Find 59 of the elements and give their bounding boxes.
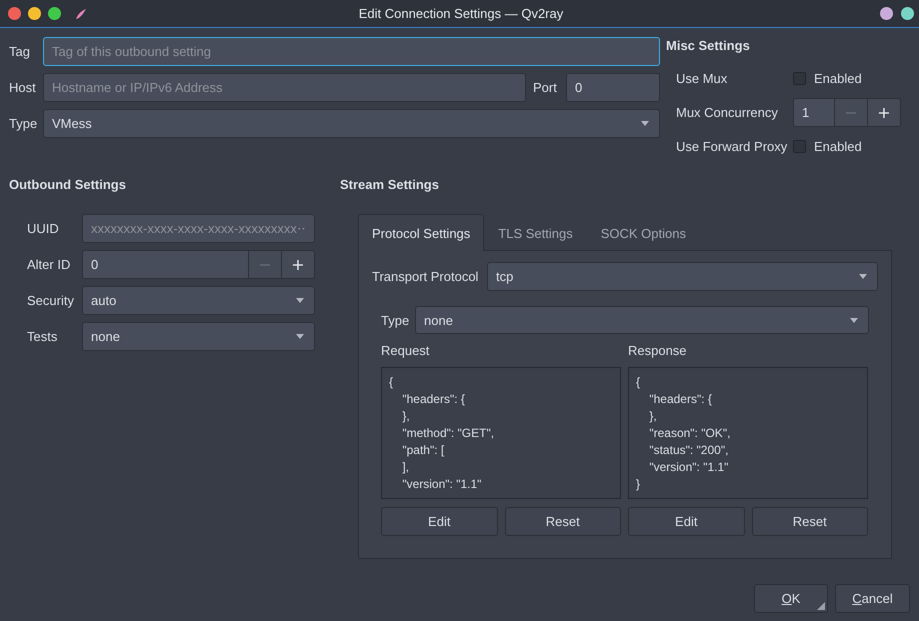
window-control-button[interactable]: [880, 7, 893, 20]
tab[interactable]: SOCK Options: [586, 214, 700, 251]
dropdown[interactable]: VMess: [43, 109, 660, 138]
field-label: Transport Protocol: [372, 269, 480, 284]
dropdown[interactable]: tcp: [487, 262, 878, 291]
section-title: Outbound Settings: [9, 176, 127, 193]
dropdown[interactable]: auto: [82, 286, 315, 315]
tab[interactable]: TLS Settings: [484, 214, 587, 251]
cancel-button[interactable]: Cancel: [835, 584, 910, 613]
window-control-button[interactable]: [901, 7, 914, 20]
reset-button[interactable]: Reset: [752, 507, 868, 536]
code-text-area[interactable]: { "headers": { }, "method": "GET", "path": [ ], "version": "1.1": [381, 367, 621, 499]
checkbox-label: Enabled: [814, 139, 862, 154]
caret-icon: [850, 318, 858, 322]
editor-label: Response: [628, 343, 688, 359]
tag-field[interactable]: Tag of this outbound setting: [43, 37, 660, 66]
field-label: Type: [9, 116, 38, 131]
field-label: Port: [533, 80, 558, 95]
dropdown[interactable]: none: [415, 306, 869, 334]
field-label: Tests: [27, 329, 58, 344]
increment-button[interactable]: +: [868, 98, 901, 127]
section-title: Misc Settings: [666, 37, 751, 54]
field-label: Host: [9, 80, 37, 95]
window-title: Edit Connection Settings — Qv2ray: [358, 6, 564, 21]
checkbox[interactable]: [793, 72, 806, 85]
section-title: Stream Settings: [340, 176, 440, 193]
checkbox-label: Enabled: [814, 71, 862, 86]
ok-button[interactable]: OK: [754, 584, 828, 613]
field-label: Security: [27, 293, 75, 308]
caret-icon: [641, 121, 649, 126]
reset-button[interactable]: Reset: [504, 507, 621, 536]
caret-icon: [296, 334, 304, 339]
caret-icon: [859, 274, 867, 279]
text-field[interactable]: xxxxxxxx-xxxx-xxxx-xxxx-xxxxxxxxx⋯: [82, 214, 315, 243]
app-logo-icon: [76, 8, 86, 18]
field-label: UUID: [27, 221, 60, 236]
maximize-button[interactable]: [48, 7, 61, 20]
field-label: Alter ID: [27, 257, 72, 272]
editor-label: Request: [381, 343, 430, 359]
host-field[interactable]: Hostname or IP/IPv6 Address: [43, 73, 526, 102]
field-label: Use Mux: [676, 71, 728, 86]
field-label: Tag: [9, 44, 31, 59]
tab[interactable]: Protocol Settings: [358, 214, 484, 251]
minimize-button[interactable]: [28, 7, 41, 20]
checkbox[interactable]: [793, 140, 806, 153]
edit-button[interactable]: Edit: [628, 507, 744, 536]
close-button[interactable]: [8, 7, 21, 20]
edit-button[interactable]: Edit: [381, 507, 498, 536]
corner-triangle-icon: [817, 602, 825, 610]
field-label: Type: [381, 312, 410, 328]
caret-icon: [296, 298, 304, 303]
port-field[interactable]: 0: [566, 73, 660, 102]
spin-box-field[interactable]: 0: [82, 250, 249, 279]
code-text-area[interactable]: { "headers": { }, "reason": "OK", "status": "200", "version": "1.1" }: [628, 367, 868, 499]
spin-box-field[interactable]: 1: [793, 98, 835, 127]
field-label: Mux Concurrency: [676, 105, 779, 120]
field-label: Use Forward Proxy: [676, 139, 788, 154]
dropdown[interactable]: none: [82, 322, 315, 351]
increment-button[interactable]: +: [282, 250, 315, 279]
